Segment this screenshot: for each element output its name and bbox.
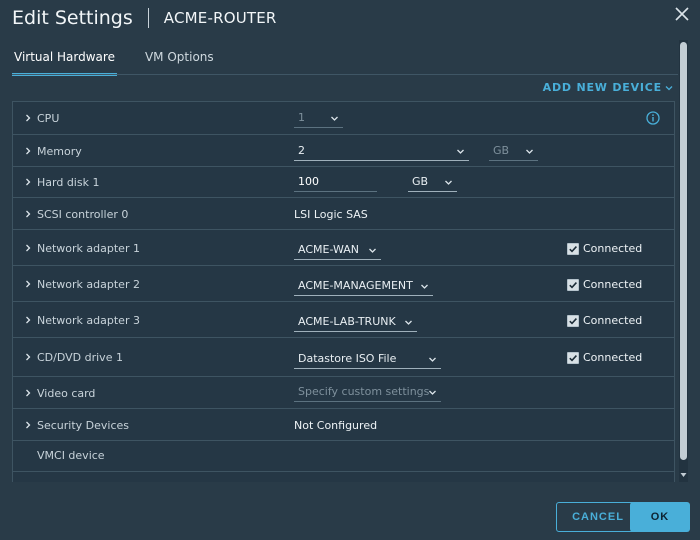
video-card-value: Specify custom settings — [298, 385, 430, 398]
memory-select[interactable]: 2 — [294, 142, 469, 161]
dialog-title: Edit Settings — [12, 7, 133, 29]
cpu-row: CPU 1 — [13, 102, 674, 135]
vmci-row: VMCI device — [13, 441, 674, 472]
chevron-right-icon[interactable] — [24, 353, 32, 361]
vmci-label: VMCI device — [37, 449, 105, 462]
scrollbar[interactable] — [679, 40, 688, 482]
chevron-down-icon — [665, 85, 673, 90]
chevron-right-icon[interactable] — [24, 114, 32, 122]
chevron-down-icon — [526, 149, 533, 154]
memory-value: 2 — [298, 144, 305, 157]
hardware-panel: CPU 1 Memory 2 GB Hard disk 1 100 GB SCS… — [12, 101, 675, 482]
tabs-divider — [12, 74, 678, 75]
cd-dvd-connected-checkbox[interactable]: Connected — [567, 351, 642, 364]
scsi-value: LSI Logic SAS — [294, 208, 368, 221]
network-adapter-3-value: ACME-LAB-TRUNK — [298, 315, 396, 328]
security-devices-row: Security Devices Not Configured — [13, 409, 674, 441]
video-card-select[interactable]: Specify custom settings — [294, 383, 441, 402]
network-adapter-2-label: Network adapter 2 — [37, 278, 140, 291]
chevron-down-icon — [429, 357, 436, 362]
network-adapter-1-value: ACME-WAN — [298, 243, 360, 256]
chevron-right-icon[interactable] — [24, 210, 32, 218]
network-adapter-3-select[interactable]: ACME-LAB-TRUNK — [294, 313, 417, 332]
vm-name: ACME-ROUTER — [163, 9, 277, 27]
network-adapter-1-connected-checkbox[interactable]: Connected — [567, 242, 642, 255]
tab-virtual-hardware[interactable]: Virtual Hardware — [12, 50, 117, 76]
chevron-right-icon[interactable] — [24, 147, 32, 155]
chevron-right-icon[interactable] — [24, 421, 32, 429]
network-adapter-1-label: Network adapter 1 — [37, 242, 140, 255]
chevron-down-icon — [457, 149, 464, 154]
chevron-down-icon — [445, 180, 452, 185]
security-devices-value: Not Configured — [294, 419, 378, 432]
network-adapter-2-select[interactable]: ACME-MANAGEMENT — [294, 277, 433, 296]
network-adapter-3-row: Network adapter 3 ACME-LAB-TRUNK Connect… — [13, 302, 674, 338]
security-devices-label: Security Devices — [37, 419, 130, 432]
memory-unit: GB — [493, 144, 510, 157]
title-divider — [147, 8, 149, 28]
network-adapter-1-select[interactable]: ACME-WAN — [294, 241, 381, 260]
network-adapter-2-row: Network adapter 2 ACME-MANAGEMENT Connec… — [13, 266, 674, 302]
network-adapter-3-connected-checkbox[interactable]: Connected — [567, 314, 642, 327]
chevron-right-icon[interactable] — [24, 316, 32, 324]
memory-unit-select[interactable]: GB — [489, 142, 538, 161]
scsi-label: SCSI controller 0 — [37, 208, 129, 221]
cancel-button[interactable]: CANCEL — [556, 502, 640, 532]
cpu-select[interactable]: 1 — [294, 109, 343, 128]
checkbox-checked-icon — [567, 314, 579, 327]
cd-dvd-value: Datastore ISO File — [298, 352, 397, 365]
connected-label: Connected — [583, 351, 643, 364]
connected-label: Connected — [583, 242, 643, 255]
chevron-right-icon[interactable] — [24, 244, 32, 252]
hard-disk-unit: GB — [412, 175, 429, 188]
hard-disk-unit-select[interactable]: GB — [408, 173, 457, 192]
cpu-label: CPU — [37, 112, 60, 125]
chevron-right-icon[interactable] — [24, 280, 32, 288]
chevron-down-icon — [331, 116, 338, 121]
tab-vm-options[interactable]: VM Options — [143, 50, 216, 72]
add-new-device-button[interactable]: ADD NEW DEVICE — [543, 81, 673, 94]
network-adapter-2-value: ACME-MANAGEMENT — [298, 279, 413, 292]
add-new-device-label: ADD NEW DEVICE — [542, 81, 662, 94]
memory-row: Memory 2 GB — [13, 135, 674, 167]
network-adapter-1-row: Network adapter 1 ACME-WAN Connected — [13, 230, 674, 266]
scsi-row: SCSI controller 0 LSI Logic SAS — [13, 198, 674, 230]
memory-label: Memory — [37, 145, 82, 158]
cd-dvd-row: CD/DVD drive 1 Datastore ISO File Connec… — [13, 338, 674, 377]
network-adapter-2-connected-checkbox[interactable]: Connected — [567, 278, 642, 291]
video-card-row: Video card Specify custom settings — [13, 377, 674, 409]
checkbox-checked-icon — [567, 351, 579, 364]
tab-bar: Virtual Hardware VM Options — [12, 50, 242, 76]
checkbox-checked-icon — [567, 278, 579, 291]
cd-dvd-select[interactable]: Datastore ISO File — [294, 350, 441, 369]
connected-label: Connected — [583, 278, 643, 291]
scroll-down-icon[interactable] — [680, 472, 687, 478]
chevron-right-icon[interactable] — [24, 389, 32, 397]
ok-button[interactable]: OK — [630, 502, 690, 532]
info-icon[interactable] — [646, 111, 660, 125]
chevron-right-icon[interactable] — [24, 178, 32, 186]
chevron-down-icon — [429, 390, 436, 395]
dialog-header: Edit Settings ACME-ROUTER — [12, 5, 277, 31]
chevron-down-icon — [405, 320, 412, 325]
hard-disk-label: Hard disk 1 — [37, 176, 100, 189]
chevron-down-icon — [421, 284, 428, 289]
checkbox-checked-icon — [567, 242, 579, 255]
video-card-label: Video card — [37, 387, 96, 400]
network-adapter-3-label: Network adapter 3 — [37, 314, 140, 327]
close-icon[interactable] — [674, 6, 690, 22]
hard-disk-size-input[interactable]: 100 — [294, 173, 377, 192]
chevron-down-icon — [369, 248, 376, 253]
connected-label: Connected — [583, 314, 643, 327]
hard-disk-row: Hard disk 1 100 GB — [13, 167, 674, 198]
cd-dvd-label: CD/DVD drive 1 — [37, 351, 123, 364]
hard-disk-size-value: 100 — [298, 175, 319, 188]
scrollbar-thumb[interactable] — [680, 42, 687, 460]
cpu-value: 1 — [298, 111, 305, 124]
